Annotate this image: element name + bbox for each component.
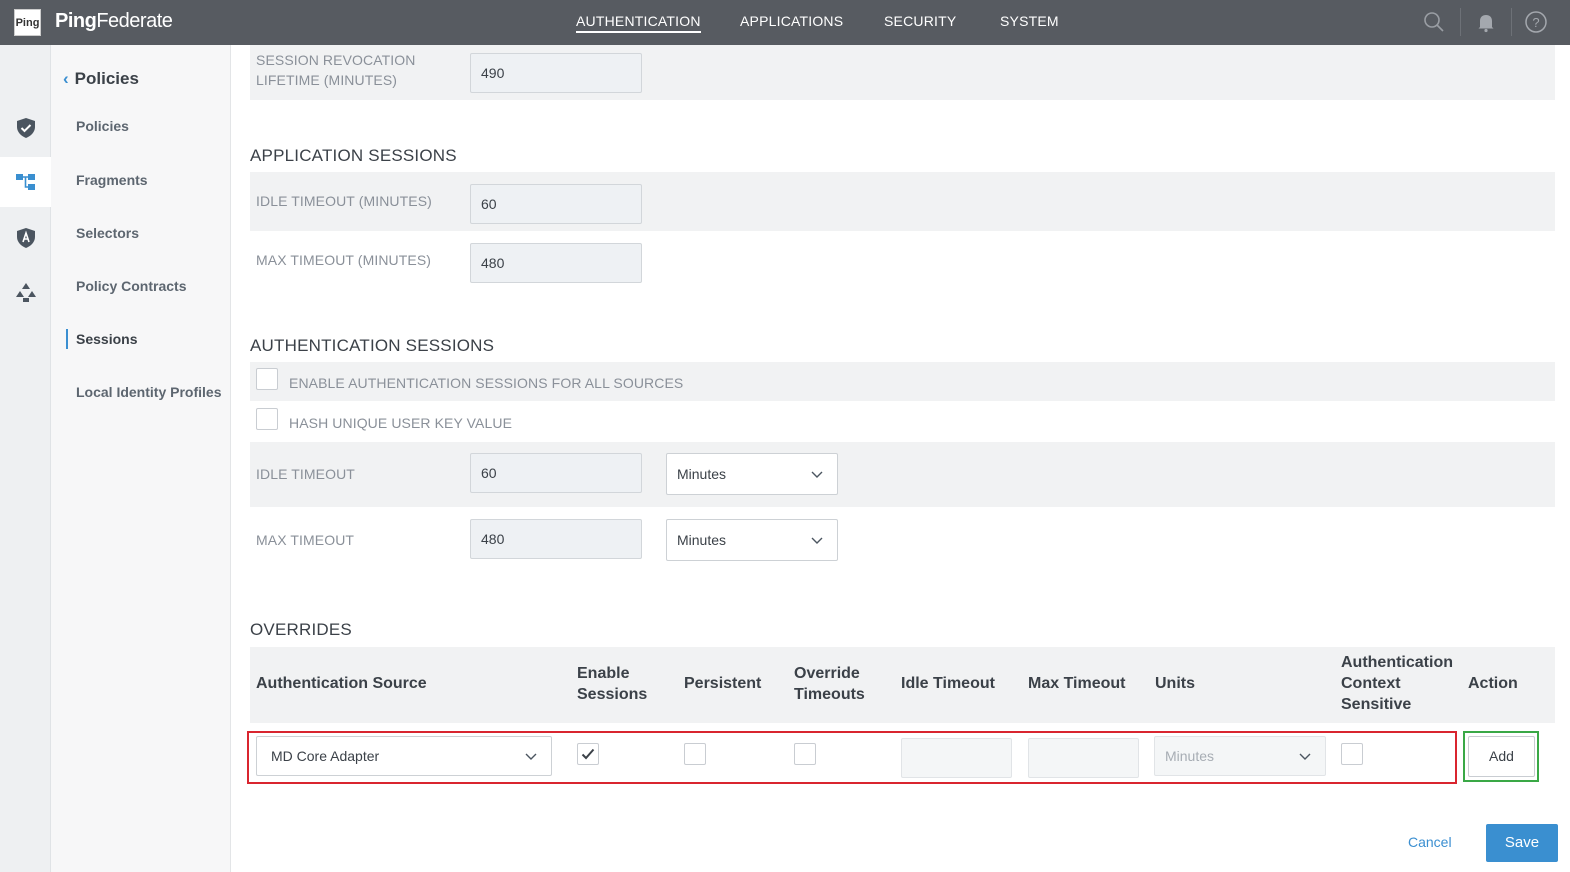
revocation-label: SESSION REVOCATION LIFETIME (MINUTES) (256, 50, 415, 90)
auth-max-unit-select[interactable]: Minutes (666, 519, 838, 561)
overrides-title: OVERRIDES (250, 620, 352, 639)
left-rail (0, 45, 51, 872)
brand-name: PingFederate (55, 10, 173, 33)
authentication-sessions-title: AUTHENTICATION SESSIONS (250, 336, 495, 355)
subnav-item-sessions[interactable]: Sessions (76, 331, 137, 347)
application-sessions-title: APPLICATION SESSIONS (250, 146, 457, 165)
divider (1460, 8, 1461, 36)
search-icon[interactable] (1422, 10, 1446, 34)
selection-indicator (66, 329, 68, 349)
chevron-down-icon (811, 471, 823, 478)
col-override-timeouts: Override Timeouts (794, 663, 865, 705)
subnav-title-label: Policies (74, 69, 139, 88)
col-max-timeout: Max Timeout (1028, 675, 1126, 692)
rail-item-policies[interactable] (0, 103, 51, 153)
hash-user-key-checkbox[interactable] (256, 408, 278, 430)
subnav-item-policies[interactable]: Policies (76, 118, 129, 134)
subnav-item-fragments[interactable]: Fragments (76, 172, 148, 188)
col-auth-context-sensitive: Authentication Context Sensitive (1341, 652, 1453, 715)
shield-check-icon (17, 118, 35, 138)
enable-all-sources-label: ENABLE AUTHENTICATION SESSIONS FOR ALL S… (289, 375, 684, 391)
col-action: Action (1468, 675, 1518, 692)
selector-shield-icon (17, 228, 35, 248)
nav-applications[interactable]: APPLICATIONS (740, 13, 843, 29)
col-enable-sessions-line1: Enable (577, 665, 630, 682)
rail-item-selectors[interactable] (0, 213, 51, 263)
ping-logo: Ping (14, 9, 41, 36)
col-units: Units (1155, 675, 1195, 692)
auth-idle-unit-select[interactable]: Minutes (666, 453, 838, 495)
help-icon[interactable]: ? (1524, 10, 1548, 34)
col-override-timeouts-line1: Override (794, 665, 860, 682)
fragments-icon (16, 174, 35, 190)
col-persistent: Persistent (684, 675, 762, 692)
rail-item-fragments[interactable] (0, 157, 51, 207)
save-button[interactable]: Save (1486, 824, 1558, 862)
bell-icon[interactable] (1474, 10, 1498, 34)
sub-nav: ‹ Policies Policies Fragments Selectors P… (51, 45, 231, 872)
brand-part-1: Ping (55, 10, 97, 32)
col-authentication-source: Authentication Source (256, 675, 427, 692)
subnav-item-local-identity-profiles[interactable]: Local Identity Profiles (76, 384, 221, 400)
app-idle-row (250, 172, 1555, 231)
auth-idle-timeout-input[interactable]: 60 (470, 453, 642, 493)
auth-max-unit-value: Minutes (677, 532, 727, 548)
subnav-item-selectors[interactable]: Selectors (76, 225, 139, 241)
back-to-policies[interactable]: ‹ Policies (63, 69, 139, 89)
revocation-lifetime-input[interactable]: 490 (470, 53, 642, 93)
app-idle-timeout-input[interactable]: 60 (470, 184, 642, 224)
revocation-label-line1: SESSION REVOCATION (256, 52, 416, 68)
revocation-label-line2: LIFETIME (MINUTES) (256, 72, 398, 88)
auth-idle-row (250, 442, 1555, 507)
brand-part-2: Federate (96, 10, 173, 32)
auth-idle-unit-value: Minutes (677, 466, 727, 482)
app-idle-label: IDLE TIMEOUT (MINUTES) (256, 193, 432, 209)
nav-authentication[interactable]: AUTHENTICATION (576, 13, 701, 33)
svg-text:?: ? (1532, 15, 1539, 30)
col-idle-timeout: Idle Timeout (901, 675, 995, 692)
hash-user-key-label: HASH UNIQUE USER KEY VALUE (289, 415, 513, 431)
auth-max-label: MAX TIMEOUT (256, 532, 355, 548)
col-acs-line2: Context (1341, 675, 1401, 692)
col-override-timeouts-line2: Timeouts (794, 686, 865, 703)
enable-all-sources-checkbox[interactable] (256, 368, 278, 390)
app-max-timeout-input[interactable]: 480 (470, 243, 642, 283)
chevron-left-icon: ‹ (63, 69, 69, 88)
auth-idle-label: IDLE TIMEOUT (256, 466, 355, 482)
add-override-button[interactable]: Add (1468, 736, 1535, 777)
main-content: SESSION REVOCATION LIFETIME (MINUTES) 49… (231, 45, 1570, 872)
col-enable-sessions: Enable Sessions (577, 663, 647, 705)
cancel-link[interactable]: Cancel (1408, 834, 1452, 850)
col-enable-sessions-line2: Sessions (577, 686, 648, 703)
auth-max-timeout-input[interactable]: 480 (470, 519, 642, 559)
subnav-item-policy-contracts[interactable]: Policy Contracts (76, 278, 186, 294)
nav-security[interactable]: SECURITY (884, 13, 956, 29)
rail-item-policy-contracts[interactable] (0, 267, 51, 317)
divider (1511, 8, 1512, 36)
override-row-highlight (247, 731, 1457, 784)
policy-contracts-icon (16, 283, 36, 302)
col-acs-line1: Authentication (1341, 654, 1453, 671)
nav-system[interactable]: SYSTEM (1000, 13, 1059, 29)
top-bar: Ping PingFederate AUTHENTICATION APPLICA… (0, 0, 1570, 45)
revocation-row (250, 45, 1555, 100)
col-acs-line3: Sensitive (1341, 696, 1412, 713)
app-max-label: MAX TIMEOUT (MINUTES) (256, 252, 432, 268)
chevron-down-icon (811, 537, 823, 544)
